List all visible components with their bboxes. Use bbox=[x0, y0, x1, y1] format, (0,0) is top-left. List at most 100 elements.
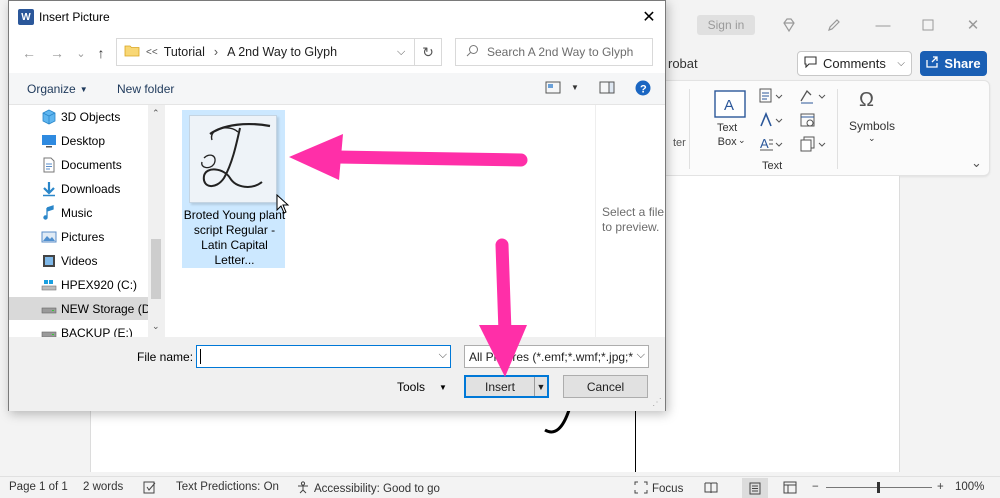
zoom-level[interactable]: 100% bbox=[955, 481, 984, 493]
forward-arrow-icon[interactable]: → bbox=[47, 43, 67, 63]
sidebar-item-new-storage[interactable]: NEW Storage (D: bbox=[9, 297, 149, 320]
accessibility-icon bbox=[296, 481, 310, 497]
sidebar-item-label: Documents bbox=[61, 157, 122, 172]
print-layout-icon[interactable] bbox=[742, 478, 768, 498]
sidebar-scrollbar[interactable]: ⌃ ⌄ bbox=[148, 105, 164, 337]
drive-icon bbox=[41, 277, 57, 293]
search-input[interactable]: Search A 2nd Way to Glyph bbox=[455, 38, 653, 66]
svg-text:A: A bbox=[724, 97, 734, 114]
word-app-icon: W bbox=[18, 9, 34, 25]
object-icon[interactable] bbox=[799, 135, 829, 155]
recent-locations-icon[interactable]: ⌄ bbox=[71, 43, 91, 63]
preview-pane-icon[interactable] bbox=[599, 81, 615, 94]
text-predictions[interactable]: Text Predictions: On bbox=[176, 481, 279, 493]
sidebar-item-music[interactable]: Music bbox=[9, 201, 149, 224]
back-arrow-icon[interactable]: ← bbox=[19, 43, 39, 63]
focus-button[interactable]: Focus bbox=[634, 481, 683, 497]
organize-button[interactable]: Organize ▼ bbox=[27, 82, 88, 96]
sidebar-item-label: NEW Storage (D: bbox=[61, 301, 149, 316]
documents-icon bbox=[41, 157, 57, 173]
breadcrumb-overflow[interactable]: << bbox=[146, 47, 158, 58]
search-placeholder: Search A 2nd Way to Glyph bbox=[487, 45, 634, 59]
sidebar-item-documents[interactable]: Documents bbox=[9, 153, 149, 176]
accessibility-status[interactable]: Accessibility: Good to go bbox=[296, 481, 440, 497]
new-folder-button[interactable]: New folder bbox=[117, 82, 174, 96]
pen-icon[interactable] bbox=[823, 14, 845, 36]
chevron-down-icon[interactable]: ⌵ bbox=[439, 349, 447, 362]
sidebar-item-pictures[interactable]: Pictures bbox=[9, 225, 149, 248]
drive-icon bbox=[41, 325, 57, 338]
share-button[interactable]: Share bbox=[920, 51, 987, 76]
scroll-down-icon[interactable]: ⌄ bbox=[152, 321, 160, 332]
resize-grip-icon[interactable]: ⋰ bbox=[652, 397, 664, 409]
date-time-icon[interactable] bbox=[799, 111, 829, 131]
refresh-icon[interactable]: ↻ bbox=[414, 38, 442, 66]
zoom-out-button[interactable]: − bbox=[812, 481, 819, 493]
close-icon[interactable]: ✕ bbox=[962, 14, 984, 36]
comment-icon bbox=[804, 56, 817, 71]
insert-picture-dialog: W Insert Picture ✕ ← → ⌄ ↑ << Tutorial ›… bbox=[8, 0, 666, 411]
sidebar-item-downloads[interactable]: Downloads bbox=[9, 177, 149, 200]
wordart-icon[interactable] bbox=[759, 111, 785, 131]
sign-in-button[interactable]: Sign in bbox=[697, 15, 755, 35]
web-layout-icon[interactable] bbox=[783, 481, 797, 494]
breadcrumb-separator-icon: › bbox=[213, 45, 219, 59]
sidebar-item-label: Videos bbox=[61, 253, 98, 268]
proofing-icon[interactable] bbox=[143, 481, 157, 494]
symbols-label[interactable]: Symbols bbox=[849, 119, 895, 133]
comments-button[interactable]: Comments ⌵ bbox=[797, 51, 912, 76]
drive-icon bbox=[41, 301, 57, 317]
organize-label: Organize bbox=[27, 82, 76, 96]
cancel-button[interactable]: Cancel bbox=[563, 375, 648, 398]
address-bar[interactable]: << Tutorial › A 2nd Way to Glyph ⌵ bbox=[116, 38, 441, 66]
signature-line-icon[interactable] bbox=[799, 87, 829, 107]
dialog-close-icon[interactable]: ✕ bbox=[637, 7, 661, 27]
tab-acrobat[interactable]: robat bbox=[668, 56, 698, 71]
up-arrow-icon[interactable]: ↑ bbox=[91, 43, 111, 63]
chevron-down-icon[interactable]: ⌵ bbox=[397, 46, 405, 59]
preview-pane: Select a file to preview. bbox=[595, 105, 665, 337]
sidebar-item-3d-objects[interactable]: 3D Objects bbox=[9, 105, 149, 128]
drop-cap-icon[interactable]: A bbox=[759, 135, 785, 155]
dialog-footer: File name: ⌵ All Pictures (*.emf;*.wmf;*… bbox=[9, 337, 665, 411]
zoom-in-button[interactable]: + bbox=[937, 481, 944, 493]
tools-button[interactable]: Tools ▼ bbox=[397, 380, 447, 394]
dialog-titlebar[interactable]: W Insert Picture ✕ bbox=[9, 1, 665, 33]
read-mode-icon[interactable] bbox=[704, 481, 719, 494]
collapse-ribbon-icon[interactable]: ⌄ bbox=[971, 155, 982, 171]
file-thumbnail bbox=[189, 115, 277, 203]
sidebar-item-desktop[interactable]: Desktop bbox=[9, 129, 149, 152]
breadcrumb-tutorial[interactable]: Tutorial bbox=[164, 45, 205, 59]
minimize-icon[interactable]: — bbox=[872, 14, 894, 36]
diamond-icon[interactable] bbox=[778, 14, 800, 36]
chevron-down-icon: ⌄ bbox=[868, 133, 876, 143]
quick-parts-icon[interactable] bbox=[759, 87, 785, 107]
sidebar-item-label: Desktop bbox=[61, 133, 106, 148]
view-options-icon[interactable]: ▼ bbox=[545, 81, 579, 94]
text-box-label[interactable]: Text Box bbox=[717, 121, 737, 149]
file-name-input[interactable]: ⌵ bbox=[196, 345, 451, 368]
zoom-slider-thumb[interactable] bbox=[877, 482, 880, 493]
maximize-icon[interactable] bbox=[917, 14, 939, 36]
insert-options-caret-icon[interactable]: ▼ bbox=[534, 377, 547, 396]
caret-down-icon: ▼ bbox=[79, 84, 88, 94]
cube-icon bbox=[41, 109, 57, 125]
help-icon[interactable]: ? bbox=[635, 80, 651, 96]
sidebar-item-hpex920[interactable]: HPEX920 (C:) bbox=[9, 273, 149, 296]
sidebar-item-backup[interactable]: BACKUP (E:) bbox=[9, 321, 149, 337]
scroll-up-icon[interactable]: ⌃ bbox=[152, 108, 160, 119]
preview-message: Select a file to preview. bbox=[602, 205, 665, 234]
page-count[interactable]: Page 1 of 1 bbox=[9, 481, 68, 493]
word-count[interactable]: 2 words bbox=[83, 481, 123, 493]
focus-label: Focus bbox=[652, 483, 684, 495]
text-box-icon[interactable]: A bbox=[713, 89, 747, 121]
scrollbar-thumb[interactable] bbox=[151, 239, 161, 299]
status-bar: Page 1 of 1 2 words Text Predictions: On… bbox=[0, 476, 1000, 498]
sidebar-item-videos[interactable]: Videos bbox=[9, 249, 149, 272]
text-caret bbox=[200, 349, 201, 364]
breadcrumb-current[interactable]: A 2nd Way to Glyph bbox=[227, 45, 337, 59]
file-item[interactable]: Broted Young plant script Regular - Lati… bbox=[182, 110, 285, 268]
sidebar-item-label: 3D Objects bbox=[61, 109, 121, 124]
omega-icon[interactable]: Ω bbox=[859, 89, 883, 113]
search-icon bbox=[466, 44, 479, 60]
